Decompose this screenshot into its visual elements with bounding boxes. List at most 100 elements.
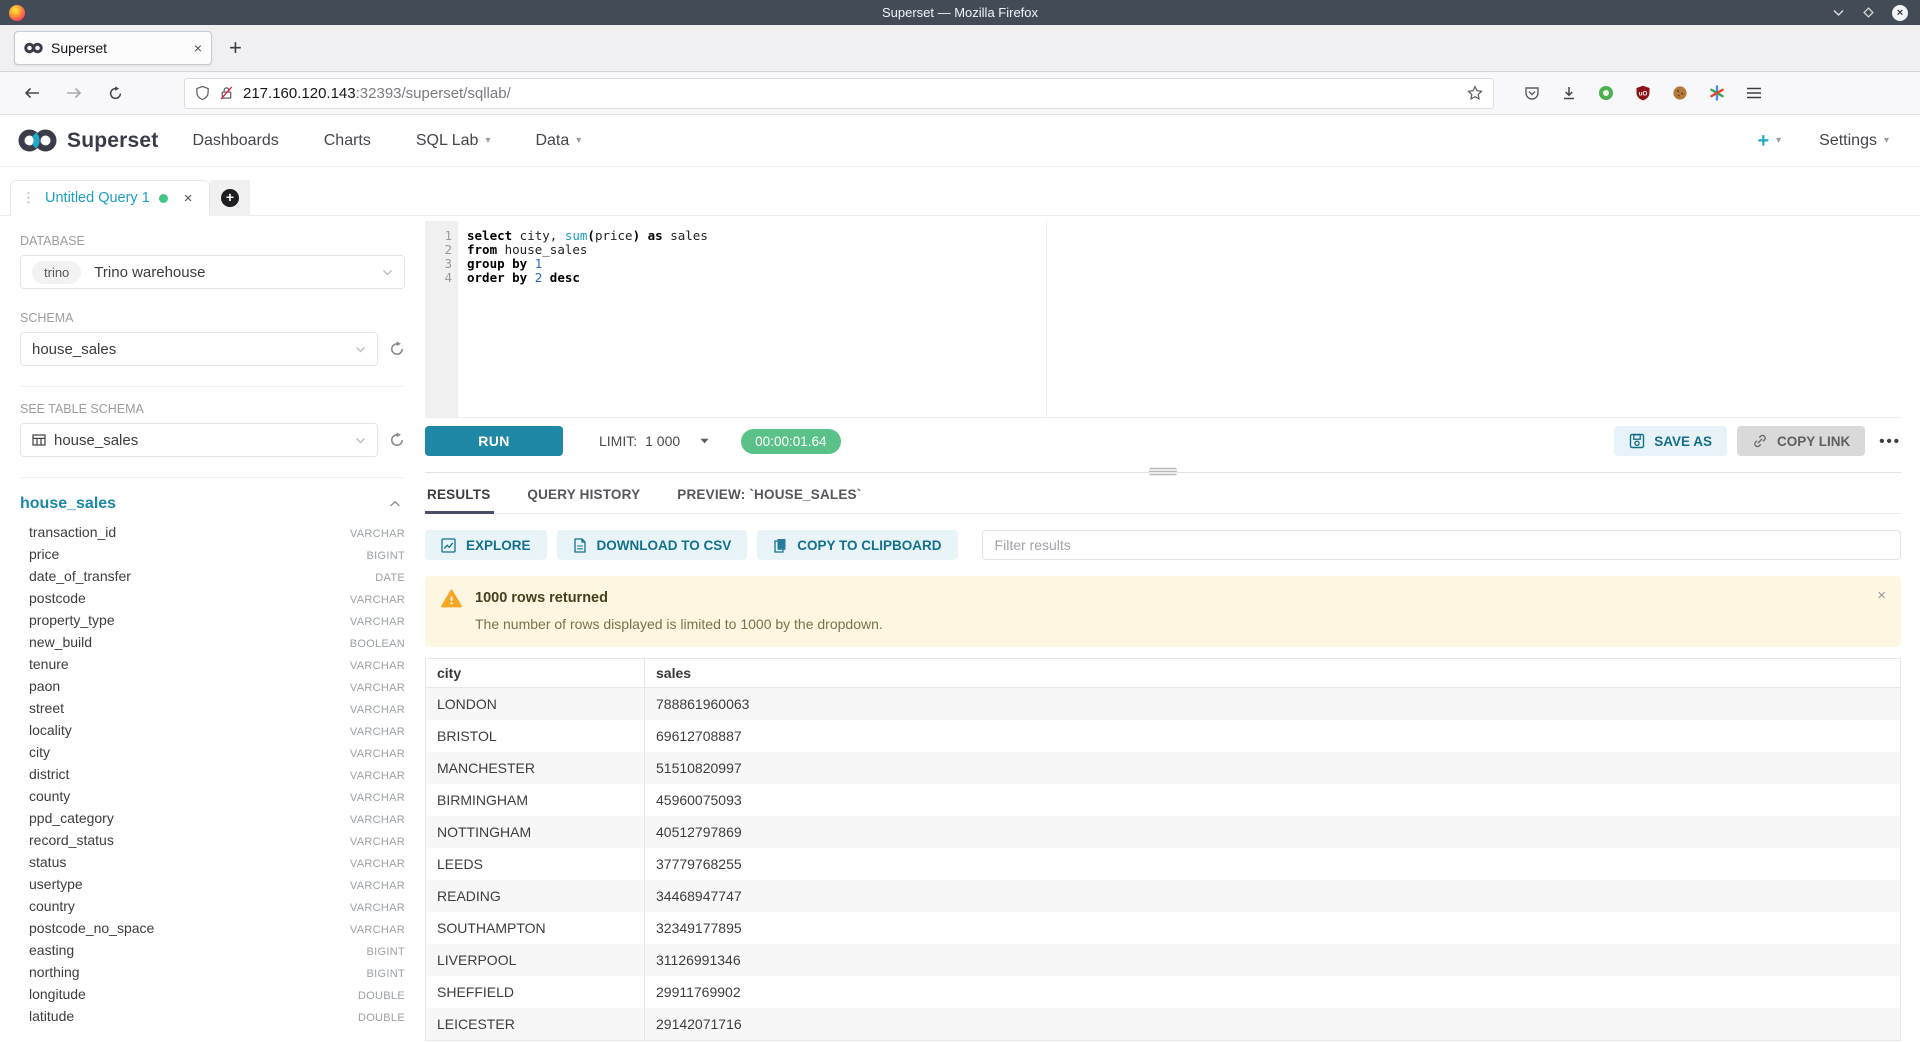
column-row[interactable]: postcodeVARCHAR <box>20 590 405 612</box>
superset-logo[interactable]: Superset <box>17 128 158 153</box>
browser-tab[interactable]: Superset × <box>14 31 212 65</box>
run-button[interactable]: RUN <box>425 426 563 456</box>
column-row[interactable]: record_statusVARCHAR <box>20 832 405 854</box>
table-row[interactable]: LONDON788861960063 <box>426 688 1900 720</box>
resize-handle[interactable] <box>1149 467 1177 476</box>
save-as-button[interactable]: SAVE AS <box>1614 426 1727 456</box>
column-header-city[interactable]: city <box>426 659 644 687</box>
explore-button[interactable]: EXPLORE <box>425 530 547 560</box>
editor-code[interactable]: select city, sum(price) as salesfrom hou… <box>458 221 1901 417</box>
forward-icon[interactable] <box>66 86 82 100</box>
refresh-tables-icon[interactable] <box>389 432 405 448</box>
column-header-sales[interactable]: sales <box>644 659 1900 687</box>
copy-link-button[interactable]: COPY LINK <box>1737 426 1865 456</box>
column-row[interactable]: streetVARCHAR <box>20 700 405 722</box>
bookmark-star-icon[interactable] <box>1467 85 1483 101</box>
nav-item-dashboards[interactable]: Dashboards <box>192 132 278 150</box>
maximize-icon[interactable] <box>1862 6 1875 19</box>
lock-insecure-icon[interactable] <box>219 85 234 101</box>
column-row[interactable]: transaction_idVARCHAR <box>20 524 405 546</box>
download-to-csv-button[interactable]: DOWNLOAD TO CSV <box>557 530 748 560</box>
nav-item-data[interactable]: Data▾ <box>535 132 581 150</box>
query-tab-close-icon[interactable]: × <box>184 190 193 207</box>
superset-navbar: Superset Dashboards Charts SQL Lab▾ Data▾ +… <box>0 115 1920 166</box>
column-row[interactable]: ppd_categoryVARCHAR <box>20 810 405 832</box>
query-tab-title: Untitled Query 1 <box>45 190 150 206</box>
table-row[interactable]: BIRMINGHAM45960075093 <box>426 784 1900 816</box>
results-tab-query-history[interactable]: QUERY HISTORY <box>527 487 640 513</box>
new-tab-button[interactable]: + <box>229 37 242 59</box>
table-name[interactable]: house_sales <box>20 495 116 513</box>
table-row[interactable]: LEEDS37779768255 <box>426 848 1900 880</box>
settings-menu[interactable]: Settings ▾ <box>1819 132 1889 150</box>
limit-label: LIMIT: <box>599 433 637 449</box>
copy-to-clipboard-button[interactable]: COPY TO CLIPBOARD <box>757 530 957 560</box>
column-row[interactable]: property_typeVARCHAR <box>20 612 405 634</box>
download-icon[interactable] <box>1561 85 1577 101</box>
table-row[interactable]: LEICESTER29142071716 <box>426 1008 1900 1040</box>
column-row[interactable]: date_of_transferDATE <box>20 568 405 590</box>
reload-icon[interactable] <box>108 86 123 101</box>
multicolor-asterisk-icon[interactable] <box>1709 85 1725 101</box>
column-name: date_of_transfer <box>29 568 131 584</box>
column-row[interactable]: statusVARCHAR <box>20 854 405 876</box>
table-select[interactable]: house_sales <box>20 423 378 457</box>
sql-editor[interactable]: 1234 select city, sum(price) as salesfro… <box>425 221 1901 418</box>
refresh-schemas-icon[interactable] <box>389 341 405 357</box>
limit-dropdown[interactable]: LIMIT: 1 000 <box>599 433 709 449</box>
url-text[interactable]: 217.160.120.143:32393/superset/sqllab/ <box>243 85 1458 102</box>
column-row[interactable]: northingBIGINT <box>20 964 405 986</box>
column-row[interactable]: countryVARCHAR <box>20 898 405 920</box>
drag-handle-icon[interactable]: ⋮ <box>22 190 35 206</box>
nav-item-sql-lab[interactable]: SQL Lab▾ <box>416 132 491 150</box>
results-tab-results[interactable]: RESULTS <box>427 487 490 513</box>
table-row[interactable]: SOUTHAMPTON32349177895 <box>426 912 1900 944</box>
add-new-button[interactable]: + ▾ <box>1757 131 1781 151</box>
cookie-icon[interactable] <box>1672 85 1688 101</box>
nav-item-label: Data <box>535 132 569 150</box>
results-tab-preview-house-sales[interactable]: PREVIEW: `HOUSE_SALES` <box>677 487 861 513</box>
tab-close-icon[interactable]: × <box>194 40 202 56</box>
minimize-icon[interactable] <box>1832 8 1845 17</box>
column-row[interactable]: districtVARCHAR <box>20 766 405 788</box>
column-row[interactable]: eastingBIGINT <box>20 942 405 964</box>
column-row[interactable]: tenureVARCHAR <box>20 656 405 678</box>
column-row[interactable]: new_buildBOOLEAN <box>20 634 405 656</box>
database-select[interactable]: trino Trino warehouse <box>20 255 405 289</box>
column-row[interactable]: cityVARCHAR <box>20 744 405 766</box>
pocket-icon[interactable] <box>1524 85 1540 101</box>
extension-green-icon[interactable] <box>1598 85 1614 101</box>
filter-results-input[interactable] <box>982 530 1901 560</box>
alert-close-icon[interactable]: × <box>1877 587 1886 604</box>
table-row[interactable]: LIVERPOOL31126991346 <box>426 944 1900 976</box>
column-type: VARCHAR <box>350 792 405 804</box>
column-row[interactable]: latitudeDOUBLE <box>20 1008 405 1030</box>
shield-icon[interactable] <box>195 85 210 101</box>
column-row[interactable]: usertypeVARCHAR <box>20 876 405 898</box>
table-row[interactable]: NOTTINGHAM40512797869 <box>426 816 1900 848</box>
menu-icon[interactable] <box>1746 86 1762 100</box>
collapse-chevron-up-icon[interactable] <box>389 500 401 508</box>
column-row[interactable]: localityVARCHAR <box>20 722 405 744</box>
database-label: DATABASE <box>20 234 405 248</box>
table-row[interactable]: MANCHESTER51510820997 <box>426 752 1900 784</box>
nav-item-charts[interactable]: Charts <box>324 132 371 150</box>
column-row[interactable]: county VARCHAR <box>20 788 405 810</box>
schema-select[interactable]: house_sales <box>20 332 378 366</box>
url-bar[interactable]: 217.160.120.143:32393/superset/sqllab/ <box>184 78 1494 109</box>
query-tab[interactable]: ⋮ Untitled Query 1 × <box>10 180 210 216</box>
column-row[interactable]: postcode_no_spaceVARCHAR <box>20 920 405 942</box>
table-row[interactable]: SHEFFIELD29911769902 <box>426 976 1900 1008</box>
column-row[interactable]: priceBIGINT <box>20 546 405 568</box>
table-row[interactable]: BRISTOL69612708887 <box>426 720 1900 752</box>
back-icon[interactable] <box>24 86 40 100</box>
column-name: county <box>29 788 70 804</box>
table-row[interactable]: READING34468947747 <box>426 880 1900 912</box>
column-row[interactable]: paonVARCHAR <box>20 678 405 700</box>
more-options-button[interactable]: ••• <box>1879 433 1901 450</box>
close-icon[interactable]: × <box>1892 5 1908 21</box>
column-row[interactable]: longitudeDOUBLE <box>20 986 405 1008</box>
firefox-window: Superset — Mozilla Firefox × Superset × … <box>0 0 1920 1042</box>
ublock-icon[interactable]: uO <box>1635 85 1651 101</box>
new-query-tab-button[interactable]: + <box>210 180 250 216</box>
